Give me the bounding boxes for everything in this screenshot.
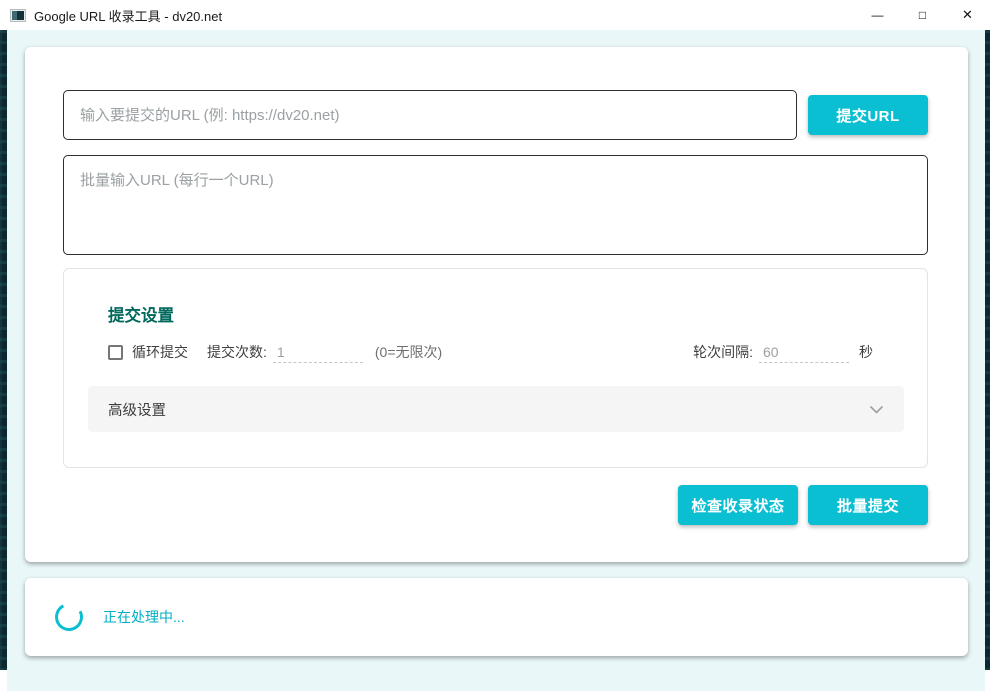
check-index-status-button[interactable]: 检查收录状态: [678, 485, 798, 525]
round-interval-label: 轮次间隔:: [693, 342, 753, 362]
loop-submit-checkbox[interactable]: [108, 345, 123, 360]
title-bar: Google URL 收录工具 - dv20.net — □ ✕: [0, 0, 990, 30]
minimize-button[interactable]: —: [855, 0, 900, 30]
maximize-button[interactable]: □: [900, 0, 945, 30]
close-button[interactable]: ✕: [945, 0, 990, 30]
round-interval-unit: 秒: [859, 342, 873, 362]
settings-title: 提交设置: [108, 302, 174, 326]
advanced-settings-toggle[interactable]: 高级设置: [88, 386, 904, 432]
action-buttons: 检查收录状态 批量提交: [678, 485, 928, 525]
status-card: 正在处理中...: [25, 578, 968, 656]
window-controls: — □ ✕: [855, 0, 990, 30]
window-title: Google URL 收录工具 - dv20.net: [34, 6, 222, 25]
settings-box: 提交设置 循环提交 提交次数: (0=无限次) 轮次间隔: 秒 高级设置: [63, 268, 928, 468]
submit-url-button[interactable]: 提交URL: [808, 95, 928, 135]
main-card: 提交URL 提交设置 循环提交 提交次数: (0=无限次) 轮次间隔: 秒 高级…: [25, 47, 968, 562]
chevron-down-icon: [869, 405, 884, 414]
app-icon: [10, 9, 26, 22]
loading-spinner-icon: [51, 599, 86, 634]
batch-submit-button[interactable]: 批量提交: [808, 485, 928, 525]
settings-row: 循环提交 提交次数: (0=无限次) 轮次间隔: 秒: [108, 337, 873, 367]
url-input[interactable]: [63, 90, 797, 140]
processing-status-text: 正在处理中...: [103, 607, 185, 627]
submit-times-label: 提交次数:: [207, 342, 267, 362]
advanced-settings-label: 高级设置: [108, 399, 166, 420]
single-url-row: 提交URL: [63, 90, 928, 140]
loop-submit-label: 循环提交: [132, 342, 188, 362]
app-content-panel: 提交URL 提交设置 循环提交 提交次数: (0=无限次) 轮次间隔: 秒 高级…: [7, 30, 985, 691]
submit-times-input[interactable]: [273, 342, 363, 363]
interval-group: 轮次间隔: 秒: [693, 342, 873, 363]
batch-url-textarea[interactable]: [63, 155, 928, 255]
round-interval-input[interactable]: [759, 342, 849, 363]
submit-times-hint: (0=无限次): [375, 342, 442, 362]
